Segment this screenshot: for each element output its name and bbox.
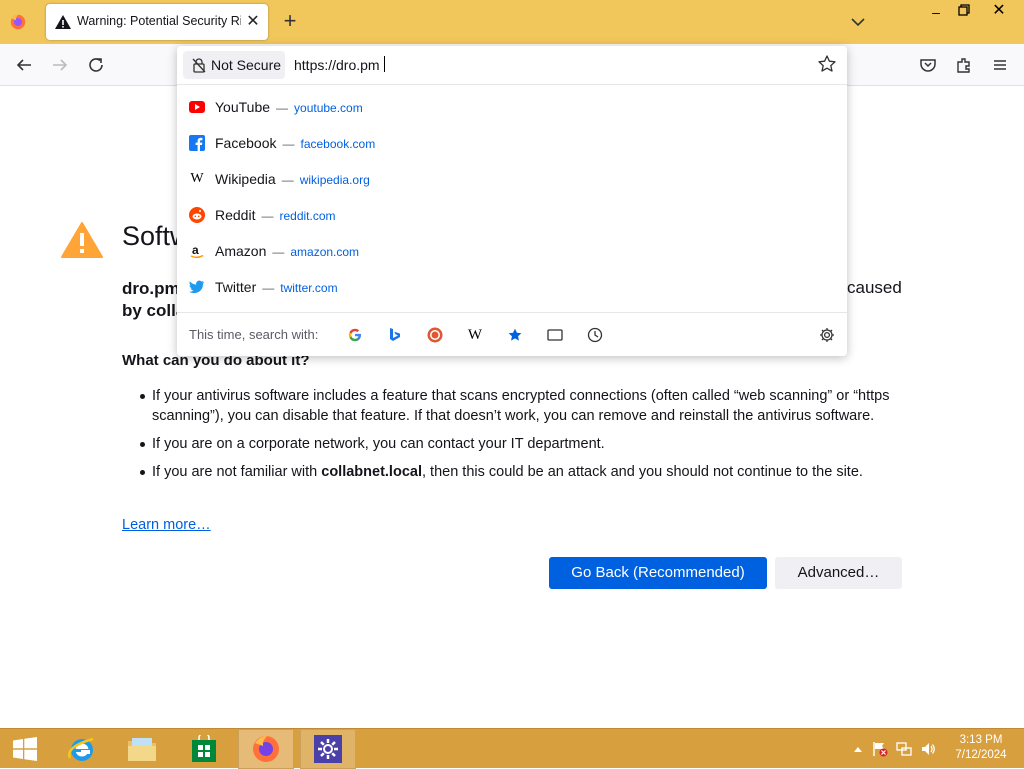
clock-date: 7/12/2024 bbox=[955, 749, 1007, 761]
go-back-button[interactable]: Go Back (Recommended) bbox=[549, 557, 767, 589]
amazon-icon: a bbox=[189, 243, 205, 259]
forward-arrow-icon[interactable] bbox=[48, 53, 72, 77]
windows-start-icon[interactable] bbox=[4, 729, 46, 769]
suggestion-url: youtube.com bbox=[294, 101, 363, 115]
extensions-icon[interactable] bbox=[952, 53, 976, 77]
internet-explorer-icon[interactable] bbox=[60, 729, 104, 769]
list-item: If your antivirus software includes a fe… bbox=[122, 386, 892, 426]
suggestion-separator: — bbox=[262, 281, 275, 295]
not-secure-button[interactable]: Not Secure bbox=[183, 51, 285, 79]
firefox-taskbar-icon[interactable] bbox=[238, 729, 294, 769]
suggestion-url: wikipedia.org bbox=[299, 173, 370, 187]
suggestion-amazon[interactable]: a Amazon — amazon.com bbox=[177, 234, 847, 268]
suggestion-title: Reddit bbox=[215, 207, 256, 223]
active-tab[interactable]: Warning: Potential Security Risk Ahead ✕ bbox=[46, 4, 268, 40]
network-icon[interactable] bbox=[896, 741, 912, 757]
settings-taskbar-icon[interactable] bbox=[300, 729, 356, 769]
suggestion-url: reddit.com bbox=[279, 209, 336, 223]
one-off-search-row: This time, search with: W bbox=[177, 312, 847, 356]
advice-list: If your antivirus software includes a fe… bbox=[122, 386, 892, 490]
facebook-icon bbox=[189, 135, 205, 151]
chevron-up-icon[interactable] bbox=[850, 741, 866, 757]
clock-time: 3:13 PM bbox=[959, 734, 1003, 746]
insecure-lock-icon bbox=[192, 58, 206, 73]
description-tail: caused bbox=[847, 278, 902, 297]
suggestion-separator: — bbox=[281, 173, 294, 187]
twitter-icon bbox=[189, 279, 205, 295]
reddit-icon bbox=[189, 207, 205, 223]
clock[interactable]: 3:13 PM 7/12/2024 bbox=[944, 733, 1018, 767]
chevron-down-icon[interactable] bbox=[846, 10, 870, 34]
advanced-button[interactable]: Advanced… bbox=[775, 557, 902, 589]
divider bbox=[177, 84, 847, 85]
volume-icon[interactable] bbox=[920, 741, 936, 757]
list-item: If you are on a corporate network, you c… bbox=[122, 434, 892, 454]
svg-text:a: a bbox=[192, 243, 199, 257]
url-dropdown-panel: Not Secure YouTube — youtube.com Facebook —… bbox=[177, 46, 847, 356]
youtube-icon bbox=[189, 99, 205, 115]
menu-icon[interactable] bbox=[988, 53, 1012, 77]
close-window-button[interactable]: ✕ bbox=[976, 0, 1022, 22]
wikipedia-icon[interactable]: W bbox=[465, 325, 485, 345]
learn-more-link[interactable]: Learn more… bbox=[122, 517, 211, 533]
restore-button[interactable] bbox=[950, 2, 974, 22]
tab-title: Warning: Potential Security Risk Ahead bbox=[77, 14, 241, 28]
history-icon[interactable] bbox=[585, 325, 605, 345]
text-caret bbox=[384, 56, 385, 72]
suggestion-title: Twitter bbox=[215, 279, 257, 295]
duckduckgo-icon[interactable] bbox=[425, 325, 445, 345]
store-icon[interactable] bbox=[182, 729, 226, 769]
firefox-icon[interactable] bbox=[6, 10, 30, 34]
back-arrow-icon[interactable] bbox=[12, 53, 36, 77]
suggestion-wikipedia[interactable]: W Wikipedia — wikipedia.org bbox=[177, 162, 847, 196]
minimize-button[interactable]: – bbox=[924, 2, 948, 22]
suggestion-url: amazon.com bbox=[290, 245, 360, 259]
tabs-icon[interactable] bbox=[545, 325, 565, 345]
suggestion-separator: — bbox=[276, 101, 289, 115]
bookmarks-icon[interactable] bbox=[505, 325, 525, 345]
wikipedia-icon: W bbox=[190, 171, 204, 186]
suggestion-facebook[interactable]: Facebook — facebook.com bbox=[177, 126, 847, 160]
search-with-label: This time, search with: bbox=[189, 327, 319, 342]
suggestion-url: facebook.com bbox=[300, 137, 376, 151]
suggestion-separator: — bbox=[261, 209, 274, 223]
bing-icon[interactable] bbox=[385, 325, 405, 345]
new-tab-button[interactable]: + bbox=[278, 9, 302, 33]
suggestion-title: Amazon bbox=[215, 243, 267, 259]
title-bar: Warning: Potential Security Risk Ahead ✕… bbox=[0, 0, 1024, 44]
file-explorer-icon[interactable] bbox=[120, 729, 164, 769]
url-bar[interactable]: Not Secure bbox=[177, 46, 847, 84]
suggestion-reddit[interactable]: Reddit — reddit.com bbox=[177, 198, 847, 232]
bookmark-star-icon[interactable] bbox=[817, 54, 837, 74]
pocket-icon[interactable] bbox=[916, 53, 940, 77]
taskbar: 3:13 PM 7/12/2024 bbox=[0, 728, 1024, 769]
action-center-flag-icon[interactable] bbox=[872, 741, 888, 757]
suggestion-url: twitter.com bbox=[280, 281, 338, 295]
suggestion-separator: — bbox=[282, 137, 295, 151]
warning-icon bbox=[55, 15, 71, 29]
suggestion-youtube[interactable]: YouTube — youtube.com bbox=[177, 90, 847, 124]
suggestion-separator: — bbox=[272, 245, 285, 259]
gear-icon[interactable] bbox=[817, 325, 837, 345]
reload-icon[interactable] bbox=[84, 53, 108, 77]
suggestion-twitter[interactable]: Twitter — twitter.com bbox=[177, 270, 847, 304]
suggestion-title: YouTube bbox=[215, 99, 271, 115]
system-tray bbox=[848, 729, 940, 769]
suggestion-title: Wikipedia bbox=[215, 171, 276, 187]
url-input[interactable] bbox=[294, 55, 794, 75]
warning-triangle-icon bbox=[61, 222, 103, 258]
list-item: If you are not familiar with collabnet.l… bbox=[122, 462, 892, 482]
tab-close-icon[interactable]: ✕ bbox=[243, 12, 263, 32]
suggestion-title: Facebook bbox=[215, 135, 277, 151]
not-secure-label: Not Secure bbox=[211, 57, 282, 73]
google-icon[interactable] bbox=[345, 325, 365, 345]
